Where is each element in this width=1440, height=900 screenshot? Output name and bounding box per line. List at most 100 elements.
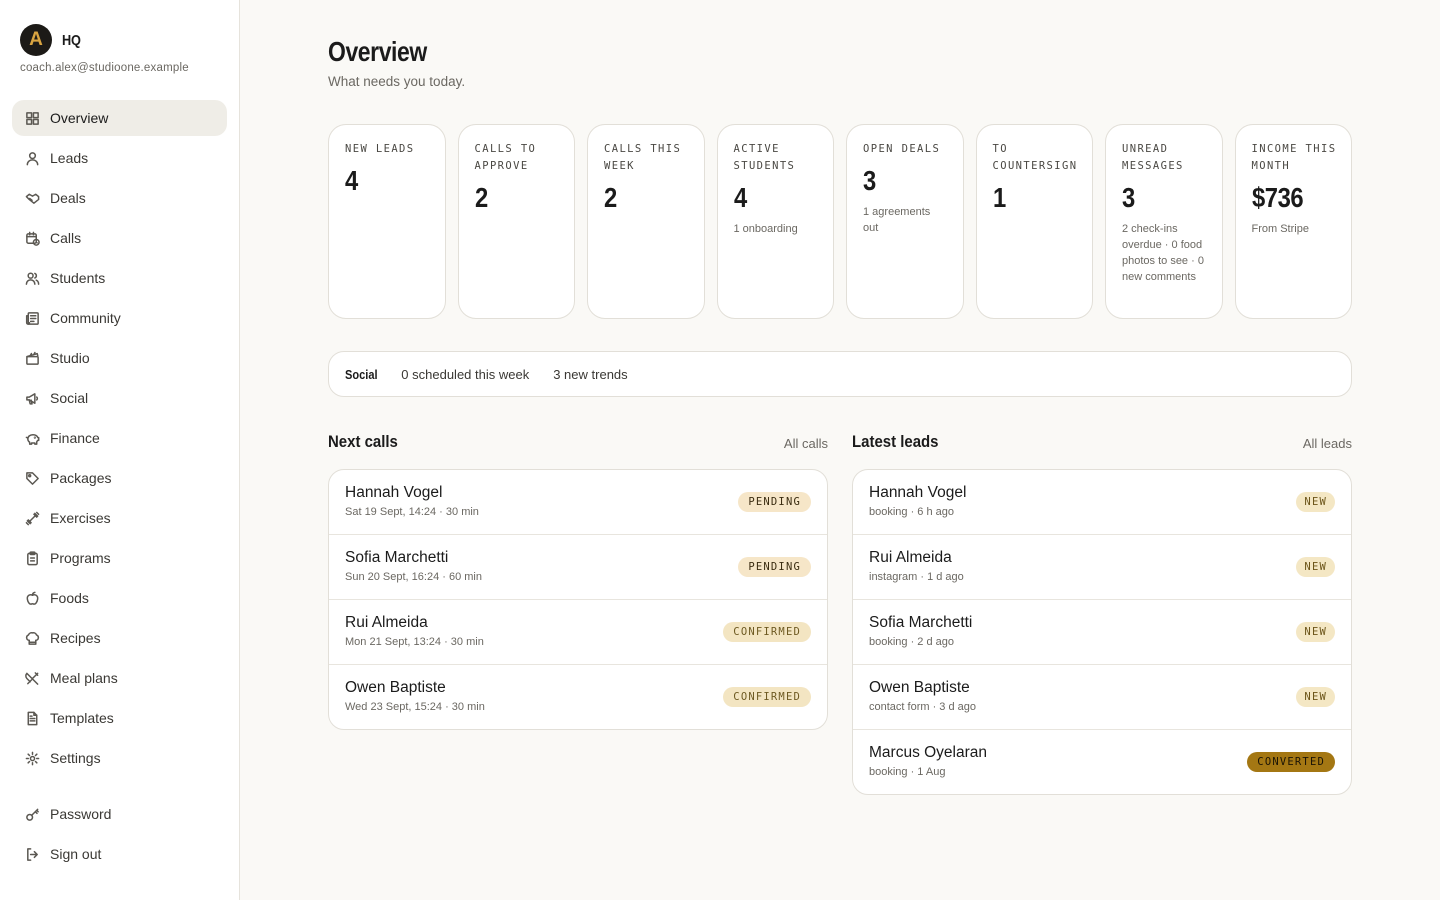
sidebar-item-templates[interactable]: Templates — [12, 700, 227, 736]
next-calls-title: Next calls — [328, 432, 398, 451]
brand-logo: A — [20, 24, 52, 56]
stat-label: Open deals — [863, 143, 941, 155]
tag-icon — [24, 470, 40, 486]
clapperboard-icon — [24, 350, 40, 366]
sidebar-item-label: Settings — [50, 750, 101, 766]
stat-label: Income this month — [1251, 143, 1337, 172]
status-badge: Converted — [1247, 752, 1335, 772]
stat-cards: New leads 4 Calls to approve 2 Calls this we… — [328, 124, 1352, 319]
sidebar-item-label: Programs — [50, 550, 111, 566]
dumbbell-icon — [24, 510, 40, 526]
sidebar-item-calls[interactable]: Calls — [12, 220, 227, 256]
sidebar-item-foods[interactable]: Foods — [12, 580, 227, 616]
sidebar-item-packages[interactable]: Packages — [12, 460, 227, 496]
status-badge: Pending — [738, 492, 811, 512]
calendar-clock-icon — [24, 230, 40, 246]
sidebar-item-programs[interactable]: Programs — [12, 540, 227, 576]
list-item[interactable]: Sofia Marchetti Sun 20 Sept, 16:24 · 60 m… — [329, 535, 827, 600]
sidebar-item-sign-out[interactable]: Sign out — [12, 836, 227, 872]
row-meta: contact form · 3 d ago — [869, 701, 976, 713]
stat-card[interactable]: Income this month $736 From Stripe — [1234, 124, 1352, 319]
list-item[interactable]: Hannah Vogel booking · 6 h ago New — [853, 470, 1351, 535]
sidebar-item-exercises[interactable]: Exercises — [12, 500, 227, 536]
sidebar-item-label: Deals — [50, 190, 86, 206]
sidebar-item-label: Finance — [50, 430, 100, 446]
sidebar-item-password[interactable]: Password — [12, 796, 227, 832]
person-name: Rui Almeida — [869, 549, 952, 566]
sidebar-nav: Overview Leads Deals Calls Students Community… — [12, 100, 227, 780]
list-item[interactable]: Sofia Marchetti booking · 2 d ago New — [853, 600, 1351, 665]
stat-card[interactable]: Open deals 3 1 agreements out — [846, 124, 964, 319]
sidebar-item-students[interactable]: Students — [12, 260, 227, 296]
row-meta: booking · 2 d ago — [869, 636, 955, 648]
status-badge: New — [1296, 622, 1335, 642]
list-item[interactable]: Rui Almeida Mon 21 Sept, 13:24 · 30 min Co… — [329, 600, 827, 665]
utensils-icon — [24, 670, 40, 686]
next-calls-list: Hannah Vogel Sat 19 Sept, 14:24 · 30 min P… — [328, 469, 828, 730]
status-badge: Pending — [738, 557, 811, 577]
sidebar-item-label: Leads — [50, 150, 89, 166]
sidebar-item-deals[interactable]: Deals — [12, 180, 227, 216]
social-scheduled: 0 scheduled this week — [401, 366, 530, 382]
stat-label: To countersign — [992, 143, 1078, 172]
sidebar-item-label: Studio — [50, 350, 90, 366]
list-item[interactable]: Owen Baptiste contact form · 3 d ago New — [853, 665, 1351, 730]
stat-value: 2 — [474, 182, 488, 213]
sidebar-item-label: Overview — [50, 110, 109, 126]
stat-card[interactable]: New leads 4 — [328, 124, 446, 319]
stat-value: 4 — [345, 165, 358, 196]
sidebar-item-label: Sign out — [50, 846, 102, 862]
sidebar-item-label: Exercises — [50, 510, 111, 526]
stat-card[interactable]: Calls this week 2 — [587, 124, 705, 319]
brand[interactable]: A HQ — [20, 24, 84, 56]
stat-label: Calls this week — [604, 143, 682, 172]
handshake-icon — [24, 190, 40, 206]
apple-icon — [24, 590, 40, 606]
stat-value: $736 — [1251, 182, 1304, 213]
list-item[interactable]: Hannah Vogel Sat 19 Sept, 14:24 · 30 min P… — [329, 470, 827, 535]
megaphone-icon — [24, 390, 40, 406]
brand-name: HQ — [62, 31, 81, 49]
list-item[interactable]: Marcus Oyelaran booking · 1 Aug Converted — [853, 730, 1351, 794]
stat-card[interactable]: Calls to approve 2 — [457, 124, 575, 319]
list-item[interactable]: Owen Baptiste Wed 23 Sept, 15:24 · 30 min… — [329, 665, 827, 729]
sidebar-item-label: Meal plans — [50, 670, 118, 686]
sidebar-item-finance[interactable]: Finance — [12, 420, 227, 456]
sidebar-item-meal-plans[interactable]: Meal plans — [12, 660, 227, 696]
stat-card[interactable]: Active students 4 1 onboarding — [716, 124, 834, 319]
stat-note: 2 check-ins overdue · 0 food photos to s… — [1122, 223, 1204, 283]
status-badge: New — [1296, 557, 1335, 577]
person-name: Hannah Vogel — [869, 484, 967, 501]
sidebar-item-social[interactable]: Social — [12, 380, 227, 416]
stat-note: 1 agreements out — [863, 206, 931, 234]
logout-icon — [24, 846, 40, 862]
piggy-bank-icon — [24, 430, 40, 446]
stat-card[interactable]: To countersign 1 — [975, 124, 1093, 319]
stat-label: Calls to approve — [474, 143, 537, 172]
social-summary-bar[interactable]: Social 0 scheduled this week 3 new trend… — [328, 351, 1352, 397]
list-item[interactable]: Rui Almeida instagram · 1 d ago New — [853, 535, 1351, 600]
row-meta: instagram · 1 d ago — [869, 571, 964, 583]
sidebar-item-leads[interactable]: Leads — [12, 140, 227, 176]
account-email: coach.alex@studioone.example — [20, 62, 189, 74]
stat-label: Unread messages — [1122, 143, 1184, 172]
sidebar-item-label: Social — [50, 390, 89, 406]
sidebar-item-settings[interactable]: Settings — [12, 740, 227, 776]
sidebar-item-community[interactable]: Community — [12, 300, 227, 336]
all-leads-link[interactable]: All leads — [1303, 436, 1352, 451]
sidebar-item-overview[interactable]: Overview — [12, 100, 227, 136]
status-badge: New — [1296, 492, 1335, 512]
all-calls-link[interactable]: All calls — [784, 436, 828, 451]
latest-leads-list: Hannah Vogel booking · 6 h ago New Rui Alme… — [852, 469, 1352, 795]
sidebar-item-label: Foods — [50, 590, 89, 606]
sidebar-item-recipes[interactable]: Recipes — [12, 620, 227, 656]
stat-note: From Stripe — [1251, 223, 1309, 235]
key-icon — [24, 806, 40, 822]
status-badge: Confirmed — [723, 622, 811, 642]
stat-card[interactable]: Unread messages 3 2 check-ins overdue · 0 … — [1105, 124, 1223, 319]
stat-value: 3 — [1122, 182, 1135, 213]
sidebar-item-label: Community — [50, 310, 121, 326]
sidebar-item-studio[interactable]: Studio — [12, 340, 227, 376]
status-badge: New — [1296, 687, 1335, 707]
clipboard-icon — [24, 550, 40, 566]
